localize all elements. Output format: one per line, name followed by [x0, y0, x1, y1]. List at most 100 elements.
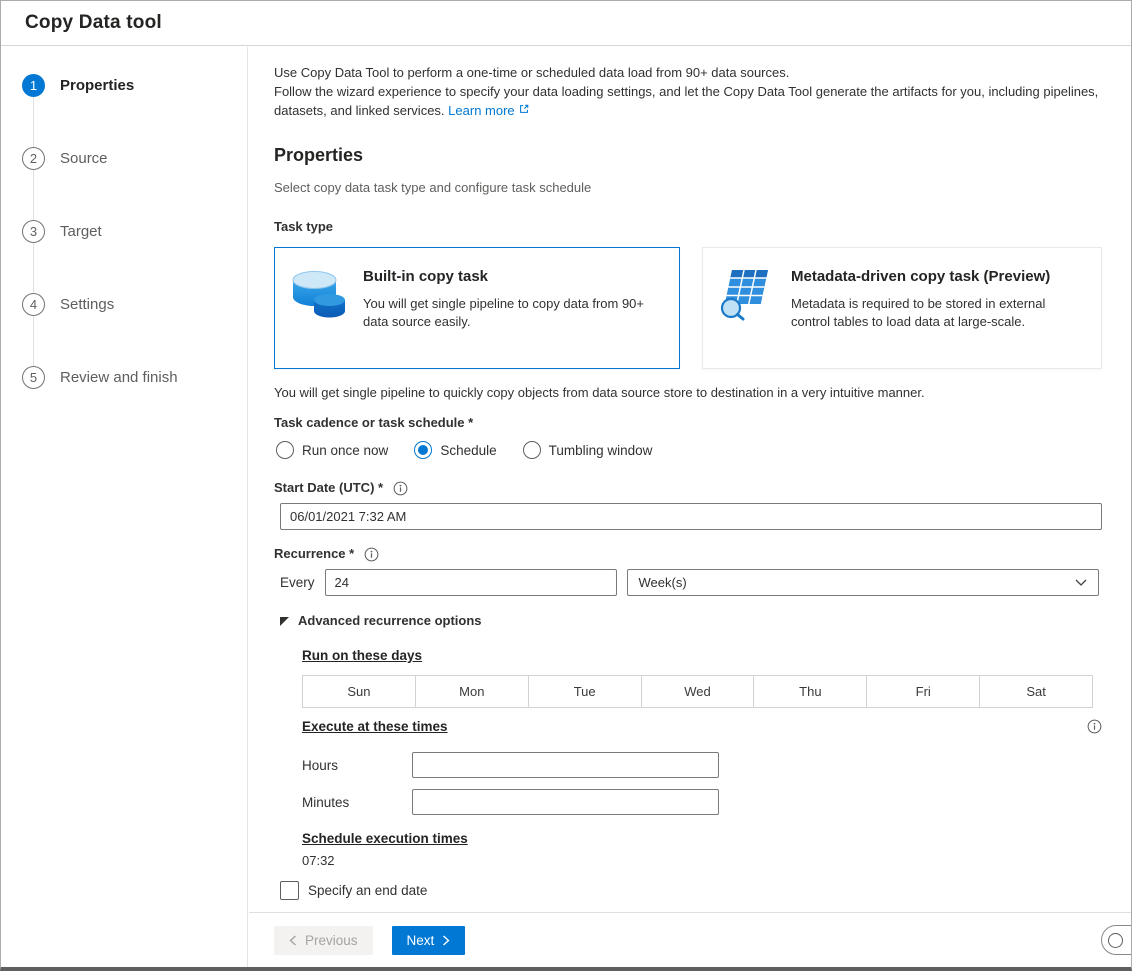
step-label: Target: [60, 222, 102, 240]
minutes-input[interactable]: [412, 789, 719, 815]
advanced-recurrence-toggle[interactable]: Advanced recurrence options: [280, 613, 1115, 629]
task-note: You will get single pipeline to quickly …: [274, 385, 925, 400]
weekday-picker: Sun Mon Tue Wed Thu Fri Sat: [302, 675, 1093, 708]
step-number-badge: 1: [22, 73, 45, 97]
info-icon[interactable]: [393, 481, 408, 496]
execution-times-block: Schedule execution times 07:32: [302, 830, 1115, 869]
external-link-icon: [515, 103, 530, 115]
radio-label: Run once now: [302, 442, 389, 458]
advanced-recurrence-panel: Run on these days Sun Mon Tue Wed Thu Fr…: [302, 629, 1115, 869]
card-description: Metadata is required to be stored in ext…: [791, 296, 1046, 329]
minutes-label: Minutes: [302, 794, 350, 810]
step-number-badge: 3: [22, 219, 45, 243]
cadence-label: Task cadence or task schedule *: [274, 415, 474, 430]
end-date-label: Specify an end date: [308, 883, 428, 898]
start-date-label-row: Start Date (UTC) *: [274, 480, 1115, 496]
execute-times-link[interactable]: Execute at these times: [302, 718, 448, 735]
step-number-badge: 2: [22, 146, 45, 170]
copy-data-tool-window: Copy Data tool 1 Properties 2 Source 3 T…: [0, 0, 1132, 971]
wizard-step-settings[interactable]: 4 Settings: [1, 292, 247, 316]
end-date-checkbox: [280, 881, 299, 900]
intro-text: Use Copy Data Tool to perform a one-time…: [274, 63, 1115, 120]
end-date-checkbox-row[interactable]: Specify an end date: [280, 881, 1115, 900]
weekday-thu[interactable]: Thu: [753, 676, 866, 707]
next-button[interactable]: Next: [391, 925, 466, 955]
radio-tumbling-window[interactable]: Tumbling window: [522, 441, 653, 459]
info-icon[interactable]: [1087, 719, 1102, 734]
app-header: Copy Data tool: [1, 1, 1131, 46]
intro-line-1: Use Copy Data Tool to perform a one-time…: [274, 65, 790, 80]
page-title: Copy Data tool: [25, 12, 162, 33]
task-card-builtin-copy[interactable]: Built-in copy task You will get single p…: [274, 247, 680, 369]
task-type-cards: Built-in copy task You will get single p…: [274, 247, 1115, 369]
radio-dot: [418, 445, 429, 455]
advanced-options-label: Advanced recurrence options: [298, 613, 482, 628]
cadence-radio-group: Run once now Schedule Tumbling window: [276, 441, 1115, 459]
section-title: Properties: [274, 145, 364, 165]
hours-row: Hours: [302, 752, 1115, 778]
radio-schedule[interactable]: Schedule: [414, 441, 497, 459]
card-title: Built-in copy task: [363, 268, 489, 285]
recurrence-interval-row: Every Week(s): [280, 569, 1115, 596]
feedback-icon: [1108, 932, 1123, 948]
copy-data-cylinder-icon: [290, 265, 348, 356]
schedule-execution-times-link[interactable]: Schedule execution times: [302, 830, 468, 847]
radio-circle: [414, 441, 433, 459]
task-card-metadata-driven[interactable]: Metadata-driven copy task (Preview) Meta…: [702, 247, 1102, 369]
step-label: Properties: [60, 76, 135, 94]
radio-run-once-now[interactable]: Run once now: [276, 441, 388, 459]
previous-button-label: Previous: [305, 932, 358, 948]
wizard-step-source[interactable]: 2 Source: [1, 146, 247, 170]
wizard-step-properties[interactable]: 1 Properties: [1, 73, 247, 97]
run-on-days-link[interactable]: Run on these days: [302, 647, 422, 664]
chevron-left-icon: [289, 934, 297, 946]
card-body: Metadata-driven copy task (Preview) Meta…: [791, 265, 1085, 356]
wizard-step-target[interactable]: 3 Target: [1, 219, 247, 243]
intro-line-2: Follow the wizard experience to specify …: [274, 84, 1099, 118]
recurrence-label-row: Recurrence *: [274, 546, 1115, 562]
step-number-badge: 4: [22, 292, 45, 316]
section-subtitle: Select copy data task type and configure…: [274, 180, 592, 195]
wizard-steps: 1 Properties 2 Source 3 Target 4 Setting…: [1, 47, 247, 389]
weekday-fri[interactable]: Fri: [866, 676, 979, 707]
step-label: Settings: [60, 295, 115, 313]
next-button-label: Next: [406, 932, 435, 948]
weekday-tue[interactable]: Tue: [527, 676, 641, 707]
frequency-selected-value: Week(s): [638, 575, 687, 590]
minutes-row: Minutes: [302, 789, 1115, 815]
frequency-select[interactable]: Week(s): [626, 569, 1099, 596]
step-label: Source: [60, 149, 108, 167]
wizard-step-review[interactable]: 5 Review and finish: [1, 365, 247, 389]
interval-input[interactable]: [324, 569, 617, 596]
every-label: Every: [280, 575, 315, 590]
card-body: Built-in copy task You will get single p…: [363, 265, 663, 356]
weekday-sat[interactable]: Sat: [979, 676, 1092, 707]
start-date-input[interactable]: [280, 503, 1102, 530]
chevron-right-icon: [442, 934, 450, 946]
step-label: Review and finish: [60, 368, 178, 386]
chevron-down-icon: [1075, 579, 1087, 586]
weekday-sun[interactable]: Sun: [303, 676, 415, 707]
hours-label: Hours: [302, 757, 339, 773]
wizard-footer: Previous Next: [249, 912, 1131, 967]
wizard-sidebar: 1 Properties 2 Source 3 Target 4 Setting…: [1, 47, 248, 967]
hours-input[interactable]: [412, 752, 719, 778]
radio-circle: [522, 441, 541, 459]
step-number-badge: 5: [22, 365, 45, 389]
task-type-label: Task type: [274, 219, 334, 234]
execute-times-row: Execute at these times: [302, 718, 1102, 735]
recurrence-label: Recurrence *: [274, 546, 355, 561]
radio-circle: [276, 441, 294, 459]
caret-expanded-icon: [280, 616, 289, 626]
card-description: You will get single pipeline to copy dat…: [363, 296, 645, 329]
weekday-mon[interactable]: Mon: [414, 676, 528, 707]
execution-time-value: 07:32: [302, 853, 335, 868]
previous-button[interactable]: Previous: [274, 925, 373, 955]
info-icon[interactable]: [364, 547, 379, 562]
learn-more-link[interactable]: Learn more: [448, 103, 529, 118]
main-content: Use Copy Data Tool to perform a one-time…: [249, 47, 1131, 912]
feedback-button-partial[interactable]: [1101, 925, 1131, 955]
radio-label: Tumbling window: [548, 442, 653, 458]
weekday-wed[interactable]: Wed: [640, 676, 754, 707]
start-date-label: Start Date (UTC) *: [274, 480, 384, 495]
